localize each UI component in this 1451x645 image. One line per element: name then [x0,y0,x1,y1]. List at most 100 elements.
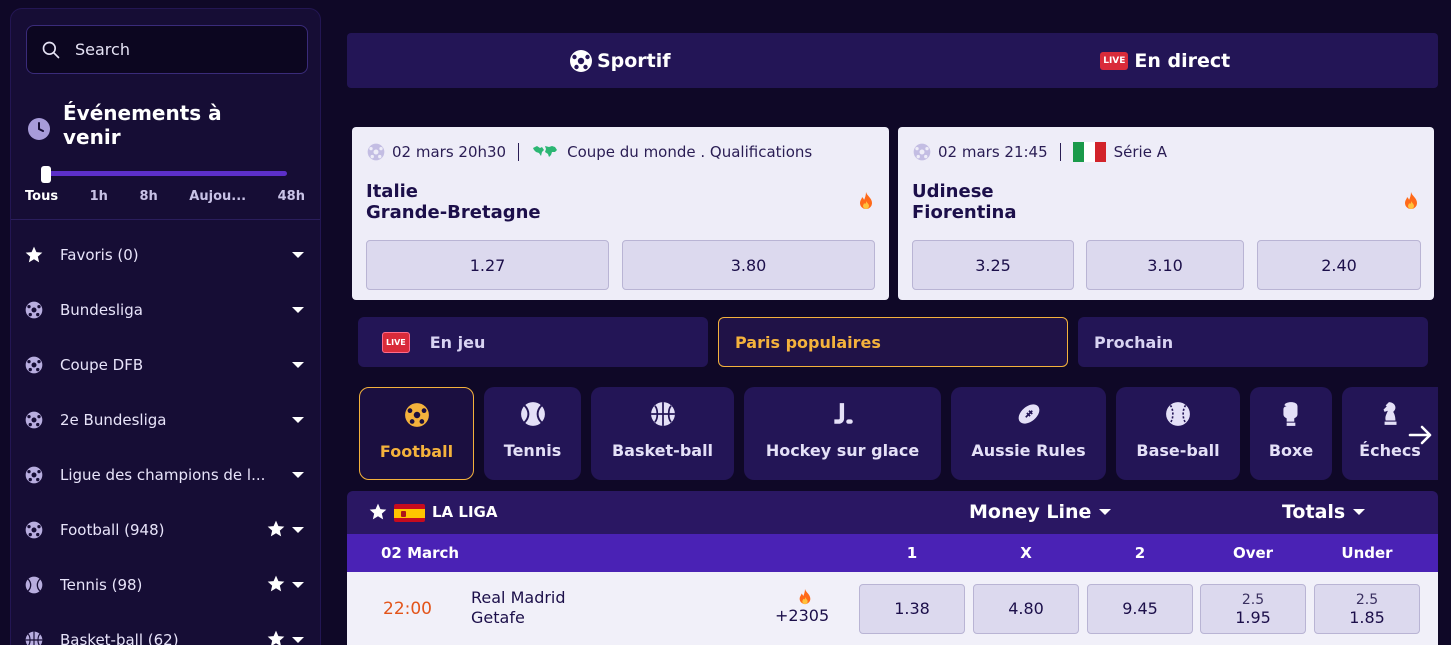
sport-tile-hockey[interactable]: Hockey sur glace [744,387,941,480]
sport-tile-boxing[interactable]: Boxe [1250,387,1332,480]
odd-button[interactable]: 2.40 [1257,240,1421,290]
match-teams: Udinese Fiorentina [912,181,1016,223]
chevron-down-icon[interactable] [292,527,304,533]
league-name: LA LIGA [432,503,498,521]
odd-button-x[interactable]: 4.80 [973,584,1079,634]
chevron-down-icon[interactable] [292,582,304,588]
filter-tab-label: Prochain [1094,332,1174,352]
spain-flag-icon [394,504,425,522]
time-slider-thumb[interactable] [41,166,51,183]
sport-tile-aussie-rules[interactable]: Aussie Rules [951,387,1106,480]
odd-button[interactable]: 1.27 [366,240,609,290]
sport-tile-tennis[interactable]: Tennis [484,387,581,480]
basketball-icon [650,402,675,426]
odd-button-over[interactable]: 2.5 1.95 [1200,584,1306,634]
divider [11,219,320,220]
sidebar-item-champions-league[interactable]: Ligue des champions de l... [11,447,320,502]
sport-tile-football[interactable]: Football [359,387,474,480]
sidebar-item-basketball[interactable]: Basket-ball (62) [11,612,320,645]
arrow-right-icon[interactable] [1406,420,1436,450]
chevron-down-icon[interactable] [292,252,304,258]
filter-tab-paris-populaires[interactable]: Paris populaires [718,317,1068,367]
favorite-star-icon[interactable] [266,629,286,645]
time-filter-48h[interactable]: 48h [278,189,305,204]
chevron-down-icon[interactable] [292,362,304,368]
time-filter-all[interactable]: Tous [25,189,58,204]
search-input[interactable] [75,40,295,59]
time-filter-today[interactable]: Aujou... [189,189,246,204]
main-tabs: Sportif LIVE En direct [347,33,1438,88]
chevron-down-icon[interactable] [292,637,304,643]
odd-value: 1.38 [894,599,930,618]
sidebar-item-tennis[interactable]: Tennis (98) [11,557,320,612]
featured-match-card[interactable]: 02 mars 20h30 Coupe du monde . Qualifica… [352,127,889,300]
sport-tile-label: Basket-ball [611,441,714,460]
market-selector-money-line[interactable]: Money Line [969,501,1112,523]
competition-name: Série A [1113,143,1167,161]
column-header-over: Over [1232,544,1274,562]
chevron-down-icon[interactable] [292,417,304,423]
sidebar-item-football[interactable]: Football (948) [11,502,320,557]
sport-tile-label: Tennis [503,441,562,460]
soccer-ball-icon [24,410,44,430]
sidebar-item-coupe-dfb[interactable]: Coupe DFB [11,337,320,392]
filter-tab-prochain[interactable]: Prochain [1078,317,1428,367]
odd-button[interactable]: 3.10 [1086,240,1244,290]
sport-tile-basketball[interactable]: Basket-ball [591,387,734,480]
sport-tile-baseball[interactable]: Base-ball [1116,387,1240,480]
tab-en-direct-label: En direct [1134,49,1231,72]
tennis-ball-icon [24,575,44,595]
clock-icon [28,118,50,140]
more-markets-count[interactable]: +2305 [775,606,829,625]
match-date: 02 mars 20h30 [392,143,507,161]
odd-button-2[interactable]: 9.45 [1087,584,1193,634]
fire-icon [1405,192,1417,209]
match-date: 02 mars 21:45 [938,143,1048,161]
chevron-down-icon[interactable] [292,307,304,313]
star-icon [24,245,44,265]
table-row[interactable]: 22:00 Real Madrid Getafe +2305 1.38 4.80… [347,572,1438,645]
soccer-ball-icon [404,403,429,427]
basketball-icon [24,630,44,645]
tab-sportif[interactable]: Sportif [347,33,893,88]
favorite-star-icon[interactable] [266,519,286,539]
column-header-under: Under [1341,544,1393,562]
match-teams[interactable]: Real Madrid Getafe [471,588,566,628]
upcoming-events-title: Événements à venir [63,101,222,149]
filter-tab-en-jeu[interactable]: LIVE En jeu [358,317,708,367]
upcoming-events-header: Événements à venir [27,101,273,149]
odd-button[interactable]: 3.80 [622,240,875,290]
match-meta: 02 mars 21:45 Série A [912,142,1167,162]
competition-name: Coupe du monde . Qualifications [567,143,813,161]
featured-match-card[interactable]: 02 mars 21:45 Série A Udinese Fiorentina… [898,127,1434,300]
tab-en-direct[interactable]: LIVE En direct [893,33,1439,88]
column-header-1: 1 [906,544,918,562]
fire-icon [860,192,872,209]
soccer-ball-icon [569,49,592,72]
odd-value: 1.95 [1235,608,1271,627]
search-box[interactable] [26,25,308,74]
favorite-star-icon[interactable] [368,502,388,522]
sidebar-item-bundesliga[interactable]: Bundesliga [11,282,320,337]
baseball-icon [1166,402,1190,426]
market-selector-totals[interactable]: Totals [1282,501,1366,523]
sidebar-item-label: Coupe DFB [60,355,144,374]
time-slider-track[interactable] [41,171,287,176]
favorite-star-icon[interactable] [266,574,286,594]
sidebar-item-favoris[interactable]: Favoris (0) [11,227,320,282]
sidebar-item-label: Football (948) [60,520,165,539]
time-filter-8h[interactable]: 8h [139,189,157,204]
fire-icon [799,589,811,605]
soccer-ball-icon [24,520,44,540]
odd-button-1[interactable]: 1.38 [859,584,965,634]
sidebar-item-label: Ligue des champions de l... [60,465,266,484]
sport-tile-label: Base-ball [1136,441,1220,460]
sidebar-item-2e-bundesliga[interactable]: 2e Bundesliga [11,392,320,447]
chevron-down-icon [1099,509,1112,515]
search-icon [42,41,60,58]
odd-button[interactable]: 3.25 [912,240,1074,290]
chevron-down-icon[interactable] [292,472,304,478]
odd-button-under[interactable]: 2.5 1.85 [1314,584,1420,634]
time-filter-1h[interactable]: 1h [90,189,108,204]
odd-value: 4.80 [1008,599,1044,618]
